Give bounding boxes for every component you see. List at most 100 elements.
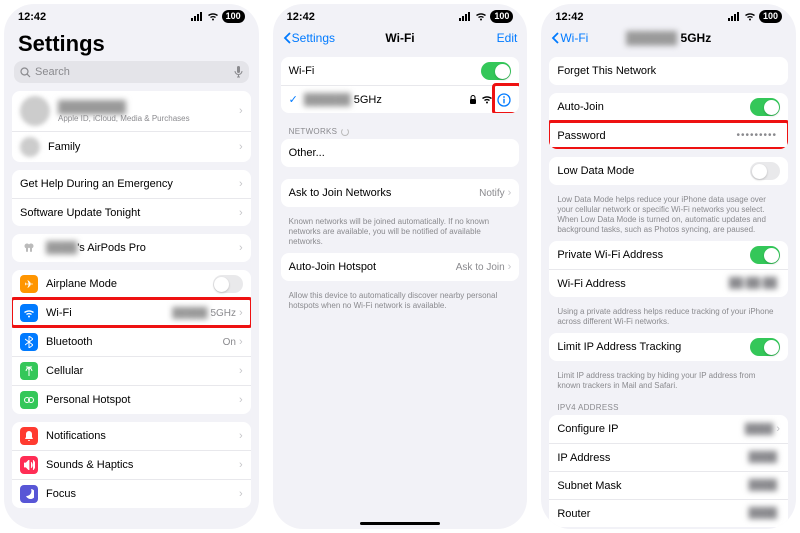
sounds-row[interactable]: Sounds & Haptics › — [12, 450, 251, 479]
chevron-right-icon: › — [239, 459, 243, 471]
bluetooth-row[interactable]: Bluetooth On › — [12, 327, 251, 356]
status-time: 12:42 — [555, 11, 583, 23]
status-bar: 12:42 100 — [273, 4, 528, 25]
limit-ip-note: Limit IP address tracking by hiding your… — [549, 369, 788, 397]
autohot-note: Allow this device to automatically disco… — [281, 289, 520, 317]
cellular-row[interactable]: Cellular › — [12, 356, 251, 385]
wifi-status-icon — [207, 12, 219, 21]
moon-icon — [24, 489, 34, 499]
cellular-icon — [23, 366, 35, 376]
chevron-right-icon: › — [239, 307, 243, 319]
avatar — [20, 96, 50, 126]
other-network-row[interactable]: Other... — [281, 139, 520, 167]
ask-note: Known networks will be joined automatica… — [281, 215, 520, 253]
bluetooth-icon — [25, 336, 33, 348]
chevron-right-icon: › — [239, 141, 243, 153]
wifi-status-icon — [744, 12, 756, 21]
family-avatar — [20, 137, 40, 157]
chevron-right-icon: › — [239, 178, 243, 190]
airplane-icon: ✈︎ — [20, 275, 38, 293]
back-button[interactable]: Settings — [283, 31, 335, 45]
chevron-right-icon: › — [239, 207, 243, 219]
airpods-icon — [22, 241, 36, 255]
chevron-right-icon: › — [239, 394, 243, 406]
lock-icon — [469, 95, 477, 105]
auto-join-row[interactable]: Auto-Join — [549, 93, 788, 121]
chevron-right-icon: › — [508, 261, 512, 273]
low-data-toggle[interactable] — [750, 162, 780, 180]
auto-join-hotspot-row[interactable]: Auto-Join Hotspot Ask to Join › — [281, 253, 520, 281]
airpods-row[interactable]: ████'s AirPods Pro › — [12, 234, 251, 262]
edit-button[interactable]: Edit — [497, 31, 518, 45]
low-data-note: Low Data Mode helps reduce your iPhone d… — [549, 193, 788, 241]
status-time: 12:42 — [18, 11, 46, 23]
notifications-row[interactable]: Notifications › — [12, 422, 251, 450]
auto-join-toggle[interactable] — [750, 98, 780, 116]
chevron-left-icon — [551, 32, 559, 44]
wifi-icon — [23, 309, 35, 318]
back-button[interactable]: Wi-Fi — [551, 31, 588, 45]
private-note: Using a private address helps reduce tra… — [549, 305, 788, 333]
low-data-mode-row[interactable]: Low Data Mode — [549, 157, 788, 185]
battery-icon: 100 — [222, 10, 245, 23]
ask-to-join-row[interactable]: Ask to Join Networks Notify › — [281, 179, 520, 207]
airplane-toggle[interactable] — [213, 275, 243, 293]
password-row[interactable]: Password ••••••••• — [549, 121, 788, 149]
chevron-right-icon: › — [239, 336, 243, 348]
limit-ip-toggle[interactable] — [750, 338, 780, 356]
wifi-master-row[interactable]: Wi-Fi — [281, 57, 520, 85]
info-icon[interactable] — [497, 93, 511, 107]
wifi-list-screen: 12:42 100 Settings Wi-Fi Edit Wi-Fi ✓ ██… — [273, 4, 528, 529]
wifi-address-row[interactable]: Wi-Fi Address ██:██:██ — [549, 269, 788, 297]
hotspot-icon — [23, 396, 35, 404]
chevron-right-icon: › — [239, 365, 243, 377]
router-row[interactable]: Router ████ — [549, 499, 788, 527]
chevron-right-icon: › — [239, 242, 243, 254]
search-placeholder: Search — [35, 66, 70, 78]
page-title: Settings — [12, 25, 251, 61]
status-bar: 12:42 100 — [4, 4, 259, 25]
networks-header: Networks — [281, 121, 520, 139]
mic-icon[interactable] — [234, 66, 243, 78]
status-time: 12:42 — [287, 11, 315, 23]
checkmark-icon: ✓ — [289, 93, 298, 106]
limit-ip-row[interactable]: Limit IP Address Tracking — [549, 333, 788, 361]
wifi-icon — [481, 95, 493, 104]
airplane-mode-row[interactable]: ✈︎ Airplane Mode — [12, 270, 251, 298]
chevron-right-icon: › — [508, 187, 512, 199]
home-indicator[interactable] — [360, 522, 440, 525]
ip-address-row[interactable]: IP Address ████ — [549, 443, 788, 471]
signal-icon — [728, 12, 741, 21]
search-input[interactable]: Search — [14, 61, 249, 83]
private-wifi-row[interactable]: Private Wi-Fi Address — [549, 241, 788, 269]
chevron-right-icon: › — [776, 423, 780, 435]
wifi-row[interactable]: Wi-Fi █████ 5GHz › — [12, 298, 251, 327]
network-details-screen: 12:42 100 Wi-Fi ██████ 5GHz Forget This … — [541, 4, 796, 529]
chevron-right-icon: › — [239, 105, 243, 117]
hotspot-row[interactable]: Personal Hotspot › — [12, 385, 251, 414]
bell-icon — [24, 431, 34, 442]
signal-icon — [191, 12, 204, 21]
search-icon — [20, 67, 31, 78]
wifi-status-icon — [475, 12, 487, 21]
wifi-toggle[interactable] — [481, 62, 511, 80]
subnet-mask-row[interactable]: Subnet Mask ████ — [549, 471, 788, 499]
private-wifi-toggle[interactable] — [750, 246, 780, 264]
connected-network-row[interactable]: ✓ ██████ 5GHz — [281, 85, 520, 113]
chevron-left-icon — [283, 32, 291, 44]
spinner-icon — [341, 128, 349, 136]
family-row[interactable]: Family › — [12, 131, 251, 162]
forget-network-row[interactable]: Forget This Network — [549, 57, 788, 85]
focus-row[interactable]: Focus › — [12, 479, 251, 508]
apple-id-row[interactable]: ████████ Apple ID, iCloud, Media & Purch… — [12, 91, 251, 131]
speaker-icon — [24, 460, 35, 470]
battery-icon: 100 — [490, 10, 513, 23]
status-bar: 12:42 100 — [541, 4, 796, 25]
ipv4-header: IPV4 Address — [549, 397, 788, 415]
software-update-row[interactable]: Software Update Tonight › — [12, 198, 251, 226]
apple-id-subtitle: Apple ID, iCloud, Media & Purchases — [58, 114, 239, 123]
configure-ip-row[interactable]: Configure IP ████ › — [549, 415, 788, 443]
chevron-right-icon: › — [239, 488, 243, 500]
settings-screen: 12:42 100 Settings Search ████████ Apple… — [4, 4, 259, 529]
emergency-help-row[interactable]: Get Help During an Emergency › — [12, 170, 251, 198]
